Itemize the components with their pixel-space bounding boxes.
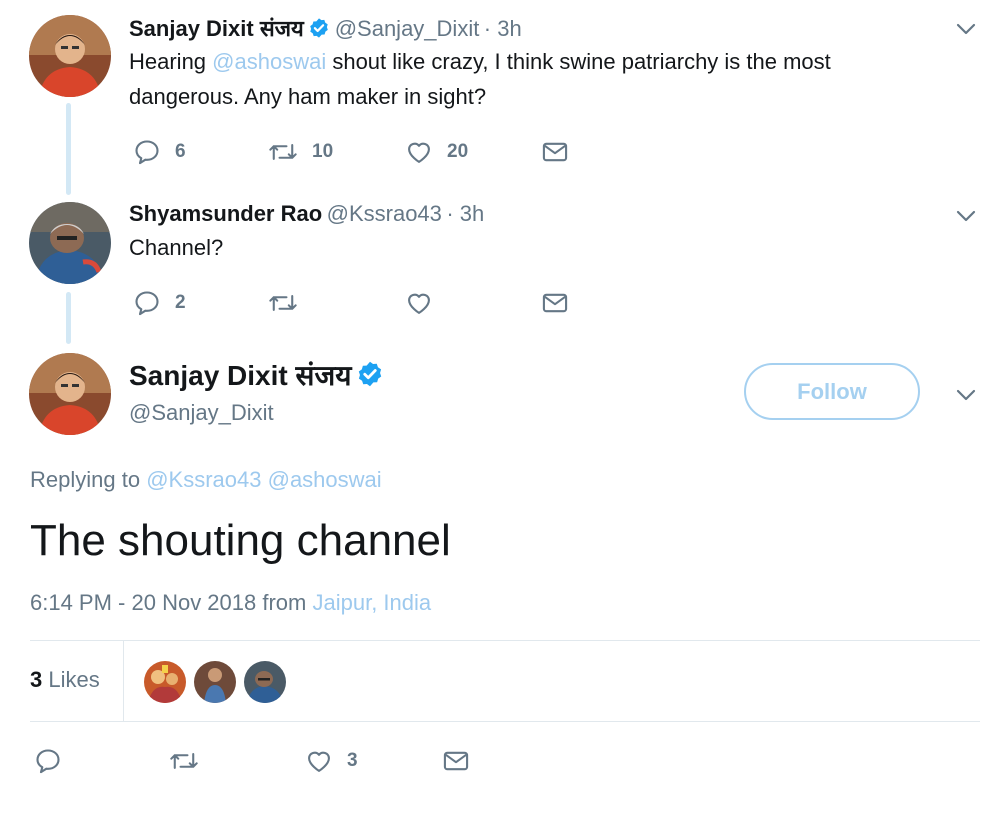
likes-label: Likes [48, 667, 100, 692]
thread-line-1 [66, 103, 71, 195]
tweet-header: Sanjay Dixit संजय @Sanjay_Dixit · 3h [129, 13, 522, 44]
likes-stat[interactable]: 3 Likes [30, 667, 100, 693]
like-button[interactable] [405, 289, 433, 317]
chevron-down-icon[interactable] [954, 204, 978, 228]
tweet-time[interactable]: · 3h [484, 16, 522, 41]
replying-label: Replying to [30, 467, 141, 492]
tweet-header: Shyamsunder Rao @Kssrao43 · 3h [129, 201, 484, 227]
tweet-text-start: Hearing [129, 49, 213, 74]
retweet-count: 10 [312, 141, 334, 162]
main-tweet-text: The shouting channel [30, 516, 451, 565]
dm-button[interactable] [442, 747, 470, 775]
reply-icon [36, 749, 60, 774]
mention-link[interactable]: @Kssrao43 [146, 467, 261, 492]
chevron-down-icon[interactable] [954, 17, 978, 41]
dm-button[interactable] [541, 138, 569, 166]
avatar[interactable] [29, 353, 111, 435]
tweet-text: Hearing @ashoswai shout like crazy, I th… [129, 44, 919, 114]
verified-badge-icon [356, 360, 384, 393]
like-count: 3 [347, 750, 358, 771]
stat-divider [123, 641, 124, 721]
reply-count: 6 [175, 141, 186, 162]
divider [30, 721, 980, 722]
retweet-icon [170, 753, 198, 769]
timestamp-text[interactable]: 6:14 PM - 20 Nov 2018 from [30, 590, 306, 615]
reply-icon [135, 291, 159, 316]
reply-count: 2 [175, 292, 186, 313]
author-handle[interactable]: @Sanjay_Dixit [129, 400, 274, 426]
tweet-text: Channel? [129, 235, 224, 260]
verified-badge-icon [308, 17, 330, 44]
like-count: 20 [447, 141, 469, 162]
location-link[interactable]: Jaipur, India [312, 590, 431, 615]
liker-avatar[interactable] [244, 661, 286, 703]
reply-button[interactable] [34, 747, 62, 775]
envelope-icon [443, 751, 469, 771]
likes-count: 3 [30, 667, 43, 692]
retweet-icon [269, 144, 297, 160]
author-name[interactable]: Sanjay Dixit संजय [129, 360, 351, 391]
avatar[interactable] [29, 15, 111, 97]
heart-icon [408, 293, 430, 314]
author-name[interactable]: Sanjay Dixit संजय [129, 16, 304, 41]
liker-avatar[interactable] [194, 661, 236, 703]
mention-link[interactable]: @ashoswai [212, 49, 326, 74]
reply-button[interactable]: 2 [133, 289, 186, 317]
mention-link[interactable]: @ashoswai [268, 467, 382, 492]
retweet-button[interactable]: 10 [268, 138, 333, 166]
tweet-time[interactable]: · 3h [446, 201, 484, 226]
envelope-icon [542, 142, 568, 162]
main-author: Sanjay Dixit संजय [129, 356, 384, 394]
author-name[interactable]: Shyamsunder Rao [129, 201, 322, 226]
retweet-button[interactable] [169, 747, 199, 775]
heart-icon [408, 142, 430, 163]
chevron-down-icon[interactable] [954, 383, 978, 407]
envelope-icon [542, 293, 568, 313]
thread-line-2 [66, 292, 71, 344]
author-handle[interactable]: @Kssrao43 [327, 201, 442, 226]
reply-icon [135, 140, 159, 165]
reply-button[interactable]: 6 [133, 138, 186, 166]
retweet-button[interactable] [268, 289, 298, 317]
heart-icon [308, 751, 330, 772]
avatar[interactable] [29, 202, 111, 284]
like-button[interactable]: 20 [405, 138, 468, 166]
like-button[interactable]: 3 [305, 747, 358, 775]
tweet-timestamp: 6:14 PM - 20 Nov 2018 from Jaipur, India [30, 590, 431, 616]
dm-button[interactable] [541, 289, 569, 317]
author-handle[interactable]: @Sanjay_Dixit [335, 16, 480, 41]
follow-button[interactable]: Follow [744, 363, 920, 420]
retweet-icon [269, 295, 297, 311]
liker-avatar[interactable] [144, 661, 186, 703]
divider [30, 640, 980, 641]
replying-to: Replying to @Kssrao43 @ashoswai [30, 467, 382, 493]
